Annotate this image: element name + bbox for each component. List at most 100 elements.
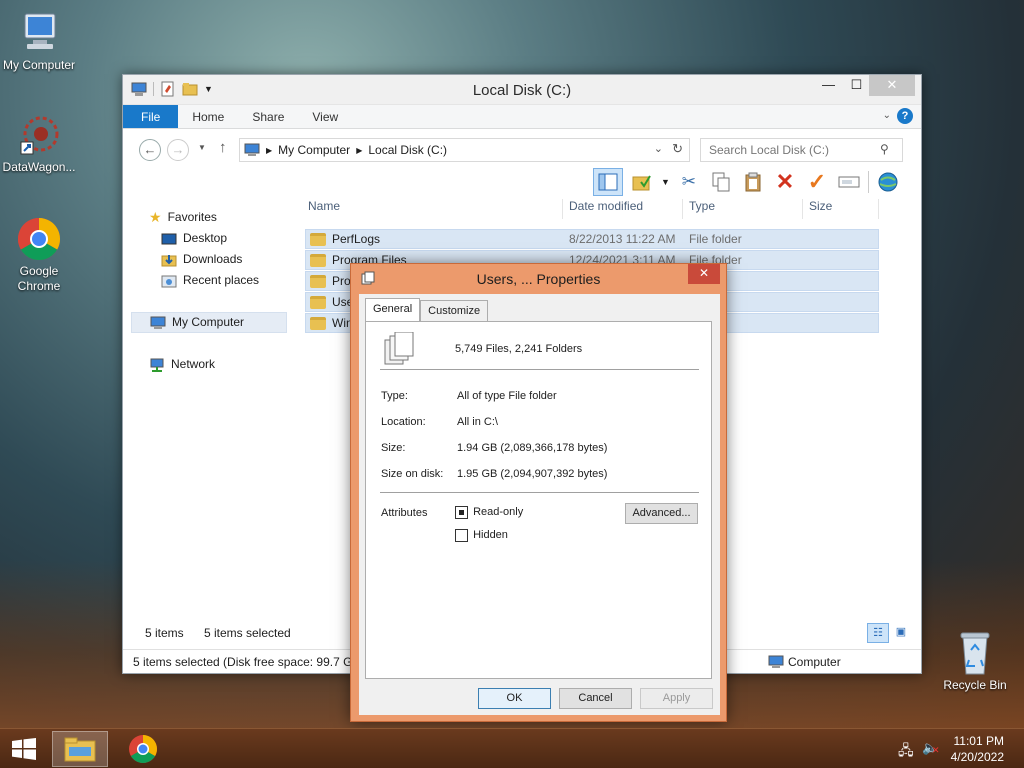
size-label: Size: — [381, 442, 406, 454]
address-bar[interactable]: ▶ My Computer ▶ Local Disk (C:) ⌄ ↻ — [239, 138, 690, 162]
taskbar: 🖧 🔈 ✕ 11:01 PM 4/20/2022 — [0, 728, 1024, 768]
forward-button[interactable]: → — [167, 139, 189, 161]
preview-pane-button[interactable] — [593, 168, 623, 196]
network-tray-icon[interactable]: 🖧 — [898, 740, 914, 764]
volume-muted-icon[interactable]: 🔈 ✕ — [922, 740, 940, 756]
nav-label: Recent places — [183, 273, 260, 287]
properties-folder-icon[interactable] — [629, 169, 655, 195]
delete-icon[interactable]: ✕ — [772, 169, 798, 195]
globe-icon[interactable] — [875, 169, 901, 195]
cut-icon[interactable]: ✂ — [676, 169, 702, 195]
apply-button[interactable]: Apply — [640, 688, 713, 709]
maximize-button[interactable]: ☐ — [843, 75, 870, 97]
command-toolbar: ▼ ✂ ✕ ✓ — [593, 167, 901, 197]
search-input[interactable]: Search Local Disk (C:) — [700, 138, 903, 162]
desktop-icon — [161, 233, 177, 244]
datawagon-icon — [15, 112, 63, 158]
details-view-button[interactable]: ☷ — [867, 623, 889, 643]
paste-icon[interactable] — [740, 169, 766, 195]
file-folder-count: 5,749 Files, 2,241 Folders — [455, 343, 583, 355]
desktop-icon-chrome[interactable]: Google Chrome — [0, 216, 81, 294]
tab-home[interactable]: Home — [178, 105, 238, 128]
desktop-icon-my-computer[interactable]: My Computer — [0, 10, 81, 73]
desktop-icon-datawagon[interactable]: DataWagon... — [0, 112, 81, 175]
recent-places-icon — [161, 275, 177, 287]
start-button[interactable] — [0, 731, 48, 767]
multiple-files-icon — [384, 332, 414, 365]
checkbox-indeterminate-icon[interactable] — [455, 506, 468, 519]
advanced-button[interactable]: Advanced... — [625, 503, 698, 524]
cancel-button[interactable]: Cancel — [559, 688, 632, 709]
checkmark-icon[interactable]: ✓ — [804, 169, 830, 195]
ok-button[interactable]: OK — [478, 688, 551, 709]
ribbon-tabs: File Home Share View ⌄ ? — [123, 105, 921, 129]
chrome-icon — [129, 735, 157, 763]
recent-dropdown-icon[interactable]: ▼ — [198, 143, 206, 152]
size-on-disk-value: 1.95 GB (2,094,907,392 bytes) — [457, 468, 608, 480]
nav-network[interactable]: Network — [149, 354, 291, 375]
up-arrow-icon[interactable]: ↑ — [219, 139, 227, 156]
column-size[interactable]: Size — [803, 199, 879, 219]
table-row[interactable]: PerfLogs 8/22/2013 11:22 AM File folder — [305, 229, 879, 249]
breadcrumb-separator-icon[interactable]: ▶ — [266, 146, 272, 155]
taskbar-file-explorer[interactable] — [52, 731, 108, 767]
computer-icon — [15, 10, 63, 56]
help-icon[interactable]: ? — [897, 108, 913, 124]
tab-general[interactable]: General — [365, 298, 421, 321]
column-date-modified[interactable]: Date modified — [563, 199, 683, 219]
explorer-titlebar[interactable]: ▼ Local Disk (C:) — ☐ ✕ — [123, 75, 921, 105]
selection-count: 5 items selected — [204, 626, 291, 640]
navigation-pane: ★ Favorites Desktop Downloads Recent pla… — [131, 203, 291, 375]
system-clock[interactable]: 11:01 PM 4/20/2022 — [951, 733, 1004, 765]
search-icon[interactable]: ⚲ — [880, 142, 889, 156]
breadcrumb-local-disk[interactable]: Local Disk (C:) — [368, 143, 447, 157]
dialog-close-button[interactable]: ✕ — [688, 264, 720, 284]
toolbar-dropdown-icon[interactable]: ▼ — [661, 177, 670, 187]
tab-customize[interactable]: Customize — [420, 300, 489, 321]
nav-recent-places[interactable]: Recent places — [161, 270, 291, 291]
file-explorer-icon — [64, 737, 96, 762]
nav-downloads[interactable]: Downloads — [161, 249, 291, 270]
location-label: Location: — [381, 416, 426, 428]
ribbon-expand-icon[interactable]: ⌄ — [883, 110, 891, 121]
folder-icon — [310, 316, 326, 330]
computer-small-icon — [150, 316, 166, 329]
back-button[interactable]: ← — [139, 139, 161, 161]
readonly-checkbox[interactable]: Read-only — [455, 506, 523, 519]
column-type[interactable]: Type — [683, 199, 803, 219]
breadcrumb-separator-icon[interactable]: ▶ — [356, 146, 362, 155]
type-label: Type: — [381, 390, 408, 402]
checkbox-unchecked-icon[interactable] — [455, 529, 468, 542]
nav-my-computer[interactable]: My Computer — [131, 312, 287, 333]
desktop-icon-label: Recycle Bin — [943, 678, 1007, 692]
folder-icon — [310, 232, 326, 246]
nav-favorites[interactable]: ★ Favorites — [149, 207, 291, 228]
refresh-icon[interactable]: ↻ — [672, 141, 683, 157]
clock-time: 11:01 PM — [953, 734, 1004, 748]
star-icon: ★ — [149, 209, 162, 225]
clock-date: 4/20/2022 — [950, 750, 1004, 764]
downloads-icon — [161, 254, 177, 266]
dialog-tabs: General Customize — [365, 298, 489, 321]
divider — [380, 369, 699, 370]
breadcrumb-my-computer[interactable]: My Computer — [278, 143, 350, 157]
tab-view[interactable]: View — [298, 105, 352, 128]
minimize-button[interactable]: — — [815, 75, 842, 97]
rename-icon[interactable] — [836, 169, 862, 195]
copy-icon[interactable] — [708, 169, 734, 195]
size-value: 1.94 GB (2,089,366,178 bytes) — [457, 442, 608, 454]
hidden-checkbox[interactable]: Hidden — [455, 529, 508, 542]
nav-desktop[interactable]: Desktop — [161, 228, 291, 249]
tab-file[interactable]: File — [123, 105, 179, 128]
recycle-bin-icon — [951, 630, 999, 676]
computer-small-icon — [768, 655, 784, 668]
tab-share[interactable]: Share — [238, 105, 298, 128]
taskbar-chrome[interactable] — [115, 731, 171, 767]
column-name[interactable]: Name — [303, 199, 563, 219]
address-dropdown-icon[interactable]: ⌄ — [654, 142, 663, 155]
close-button[interactable]: ✕ — [869, 75, 915, 96]
explorer-title: Local Disk (C:) — [472, 82, 572, 99]
large-icons-view-button[interactable]: ▣ — [891, 623, 911, 643]
desktop-icon-recycle-bin[interactable]: Recycle Bin — [933, 630, 1017, 693]
windows-logo-icon — [12, 738, 36, 760]
